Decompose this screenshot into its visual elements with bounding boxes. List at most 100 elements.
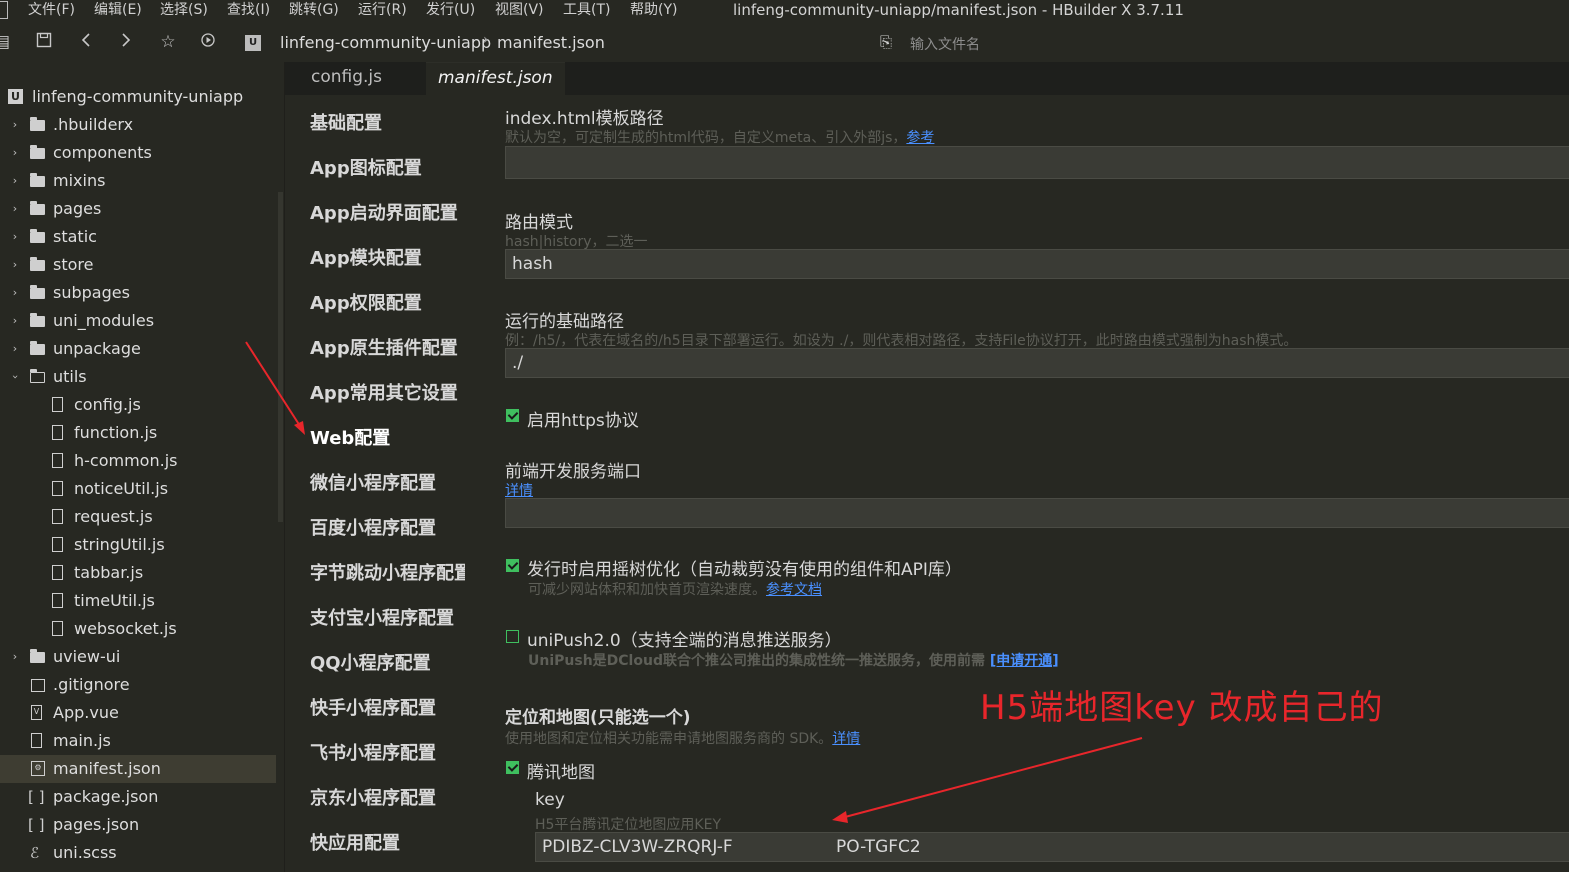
menu-select[interactable]: 选择(S) bbox=[160, 0, 208, 20]
nav-app-splash-config[interactable]: App启动界面配置 bbox=[310, 199, 458, 225]
dev-port-input[interactable] bbox=[505, 498, 1569, 528]
tree-folder[interactable]: › store bbox=[0, 251, 276, 279]
tree-file[interactable]: config.js bbox=[0, 391, 276, 419]
tree-folder-expanded[interactable]: › utils bbox=[0, 363, 276, 391]
tree-file[interactable]: tabbar.js bbox=[0, 559, 276, 587]
sidebar-scrollbar[interactable] bbox=[278, 192, 283, 522]
menu-run[interactable]: 运行(R) bbox=[358, 0, 407, 20]
file-icon bbox=[52, 397, 63, 412]
map-details-link[interactable]: 详情 bbox=[832, 731, 860, 747]
unipush-apply-link[interactable]: [申请开通] bbox=[990, 653, 1059, 669]
file-icon bbox=[52, 425, 63, 440]
tree-file[interactable]: [ ] package.json bbox=[0, 783, 276, 811]
tab-config-js[interactable]: config.js bbox=[299, 62, 394, 95]
menu-publish[interactable]: 发行(U) bbox=[426, 0, 475, 20]
tree-file[interactable]: noticeUtil.js bbox=[0, 475, 276, 503]
forward-icon[interactable] bbox=[116, 32, 136, 52]
tree-folder[interactable]: › components bbox=[0, 139, 276, 167]
unipush-checkbox[interactable] bbox=[506, 630, 519, 643]
map-key-input[interactable]: PDIBZ-CLV3W-ZRQRJ-F PO-TGFC2 bbox=[535, 832, 1569, 862]
nav-basic-config[interactable]: 基础配置 bbox=[310, 109, 382, 135]
nav-app-module-config[interactable]: App模块配置 bbox=[310, 244, 422, 270]
manifest-config-nav: 基础配置 App图标配置 App启动界面配置 App模块配置 App权限配置 A… bbox=[285, 95, 472, 872]
nav-quickapp-config[interactable]: 快应用配置 bbox=[310, 829, 400, 855]
panel-toggle-icon[interactable]: ▤ bbox=[0, 32, 12, 52]
menu-goto[interactable]: 跳转(G) bbox=[289, 0, 339, 20]
tree-folder[interactable]: › uni_modules bbox=[0, 307, 276, 335]
menu-file[interactable]: 文件(F) bbox=[28, 0, 75, 20]
file-icon bbox=[52, 481, 63, 496]
unipush-desc: UniPush是DCloud联合个推公司推出的集成性统一推送服务，使用前需 [申… bbox=[528, 653, 1059, 669]
dev-port-details-link[interactable]: 详情 bbox=[505, 480, 533, 500]
breadcrumb-file[interactable]: manifest.json bbox=[497, 33, 605, 52]
scss-file-icon: ℰ bbox=[30, 844, 40, 862]
file-icon bbox=[52, 453, 63, 468]
menu-find[interactable]: 查找(I) bbox=[227, 0, 270, 20]
treeshake-checkbox[interactable] bbox=[506, 559, 519, 572]
file-search-input[interactable] bbox=[908, 31, 1512, 59]
tree-project-root[interactable]: U linfeng-community-uniapp bbox=[0, 83, 276, 111]
tab-manifest-json[interactable]: manifest.json bbox=[426, 62, 565, 96]
nav-toutiao-mp-config[interactable]: 字节跳动小程序配置 bbox=[310, 559, 472, 585]
star-icon[interactable]: ☆ bbox=[158, 32, 178, 52]
tree-folder[interactable]: › uview-ui bbox=[0, 643, 276, 671]
folder-icon bbox=[30, 145, 45, 159]
tree-folder[interactable]: › pages bbox=[0, 195, 276, 223]
chevron-right-icon: › bbox=[12, 650, 18, 663]
tree-file-selected[interactable]: ⚙ manifest.json bbox=[0, 755, 276, 783]
nav-app-permission-config[interactable]: App权限配置 bbox=[310, 289, 422, 315]
router-mode-input[interactable]: hash bbox=[505, 249, 1569, 279]
menu-edit[interactable]: 编辑(E) bbox=[94, 0, 142, 20]
dev-port-title: 前端开发服务端口 bbox=[505, 462, 641, 482]
https-checkbox[interactable] bbox=[506, 409, 519, 422]
nav-qq-mp-config[interactable]: QQ小程序配置 bbox=[310, 649, 431, 675]
nav-web-config[interactable]: Web配置 bbox=[310, 424, 390, 450]
nav-baidu-mp-config[interactable]: 百度小程序配置 bbox=[310, 514, 436, 540]
nav-app-other-settings[interactable]: App常用其它设置 bbox=[310, 379, 458, 405]
menu-view[interactable]: 视图(V) bbox=[495, 0, 544, 20]
menu-tools[interactable]: 工具(T) bbox=[563, 0, 610, 20]
tree-file[interactable]: websocket.js bbox=[0, 615, 276, 643]
template-reference-link[interactable]: 参考 bbox=[906, 130, 934, 146]
tencent-map-checkbox[interactable] bbox=[506, 761, 519, 774]
tree-folder[interactable]: › subpages bbox=[0, 279, 276, 307]
nav-app-native-plugin-config[interactable]: App原生插件配置 bbox=[310, 334, 458, 360]
router-mode-title: 路由模式 bbox=[505, 213, 573, 233]
nav-app-icon-config[interactable]: App图标配置 bbox=[310, 154, 422, 180]
tree-file[interactable]: stringUtil.js bbox=[0, 531, 276, 559]
map-section-title: 定位和地图(只能选一个) bbox=[505, 708, 691, 728]
tree-file[interactable]: .gitignore bbox=[0, 671, 276, 699]
tree-file[interactable]: request.js bbox=[0, 503, 276, 531]
tree-file[interactable]: main.js bbox=[0, 727, 276, 755]
tree-file[interactable]: function.js bbox=[0, 419, 276, 447]
tree-file[interactable]: ℰuni.scss bbox=[0, 839, 276, 867]
project-explorer: U linfeng-community-uniapp › .hbuilderx ›… bbox=[0, 62, 285, 872]
treeshake-docs-link[interactable]: 参考文档 bbox=[766, 582, 822, 598]
tree-file[interactable]: V App.vue bbox=[0, 699, 276, 727]
json-file-icon: [ ] bbox=[28, 816, 45, 834]
folder-icon bbox=[30, 229, 45, 243]
nav-weixin-mp-config[interactable]: 微信小程序配置 bbox=[310, 469, 436, 495]
menu-bar: 文件(F) 编辑(E) 选择(S) 查找(I) 跳转(G) 运行(R) 发行(U… bbox=[0, 0, 1569, 22]
toolbar: ▤ ☆ U linfeng-community-uniapp › manifes… bbox=[0, 22, 1569, 62]
base-path-input[interactable]: ./ bbox=[505, 348, 1569, 378]
tree-file[interactable]: h-common.js bbox=[0, 447, 276, 475]
tree-folder[interactable]: › static bbox=[0, 223, 276, 251]
tree-folder[interactable]: › unpackage bbox=[0, 335, 276, 363]
save-icon[interactable] bbox=[34, 32, 54, 52]
back-icon[interactable] bbox=[76, 32, 96, 52]
folder-icon bbox=[30, 257, 45, 271]
tree-file[interactable]: [ ] pages.json bbox=[0, 811, 276, 839]
nav-jd-mp-config[interactable]: 京东小程序配置 bbox=[310, 784, 436, 810]
template-path-input[interactable] bbox=[505, 146, 1569, 179]
tree-file[interactable]: timeUtil.js bbox=[0, 587, 276, 615]
run-icon[interactable] bbox=[198, 32, 218, 52]
tree-folder[interactable]: › .hbuilderx bbox=[0, 111, 276, 139]
editor-tab-bar: config.js manifest.json bbox=[285, 62, 1569, 96]
nav-feishu-mp-config[interactable]: 飞书小程序配置 bbox=[310, 739, 436, 765]
menu-help[interactable]: 帮助(Y) bbox=[630, 0, 677, 20]
breadcrumb-project[interactable]: linfeng-community-uniapp bbox=[280, 33, 491, 52]
tree-folder[interactable]: › mixins bbox=[0, 167, 276, 195]
nav-alipay-mp-config[interactable]: 支付宝小程序配置 bbox=[310, 604, 454, 630]
nav-kuaishou-mp-config[interactable]: 快手小程序配置 bbox=[310, 694, 436, 720]
